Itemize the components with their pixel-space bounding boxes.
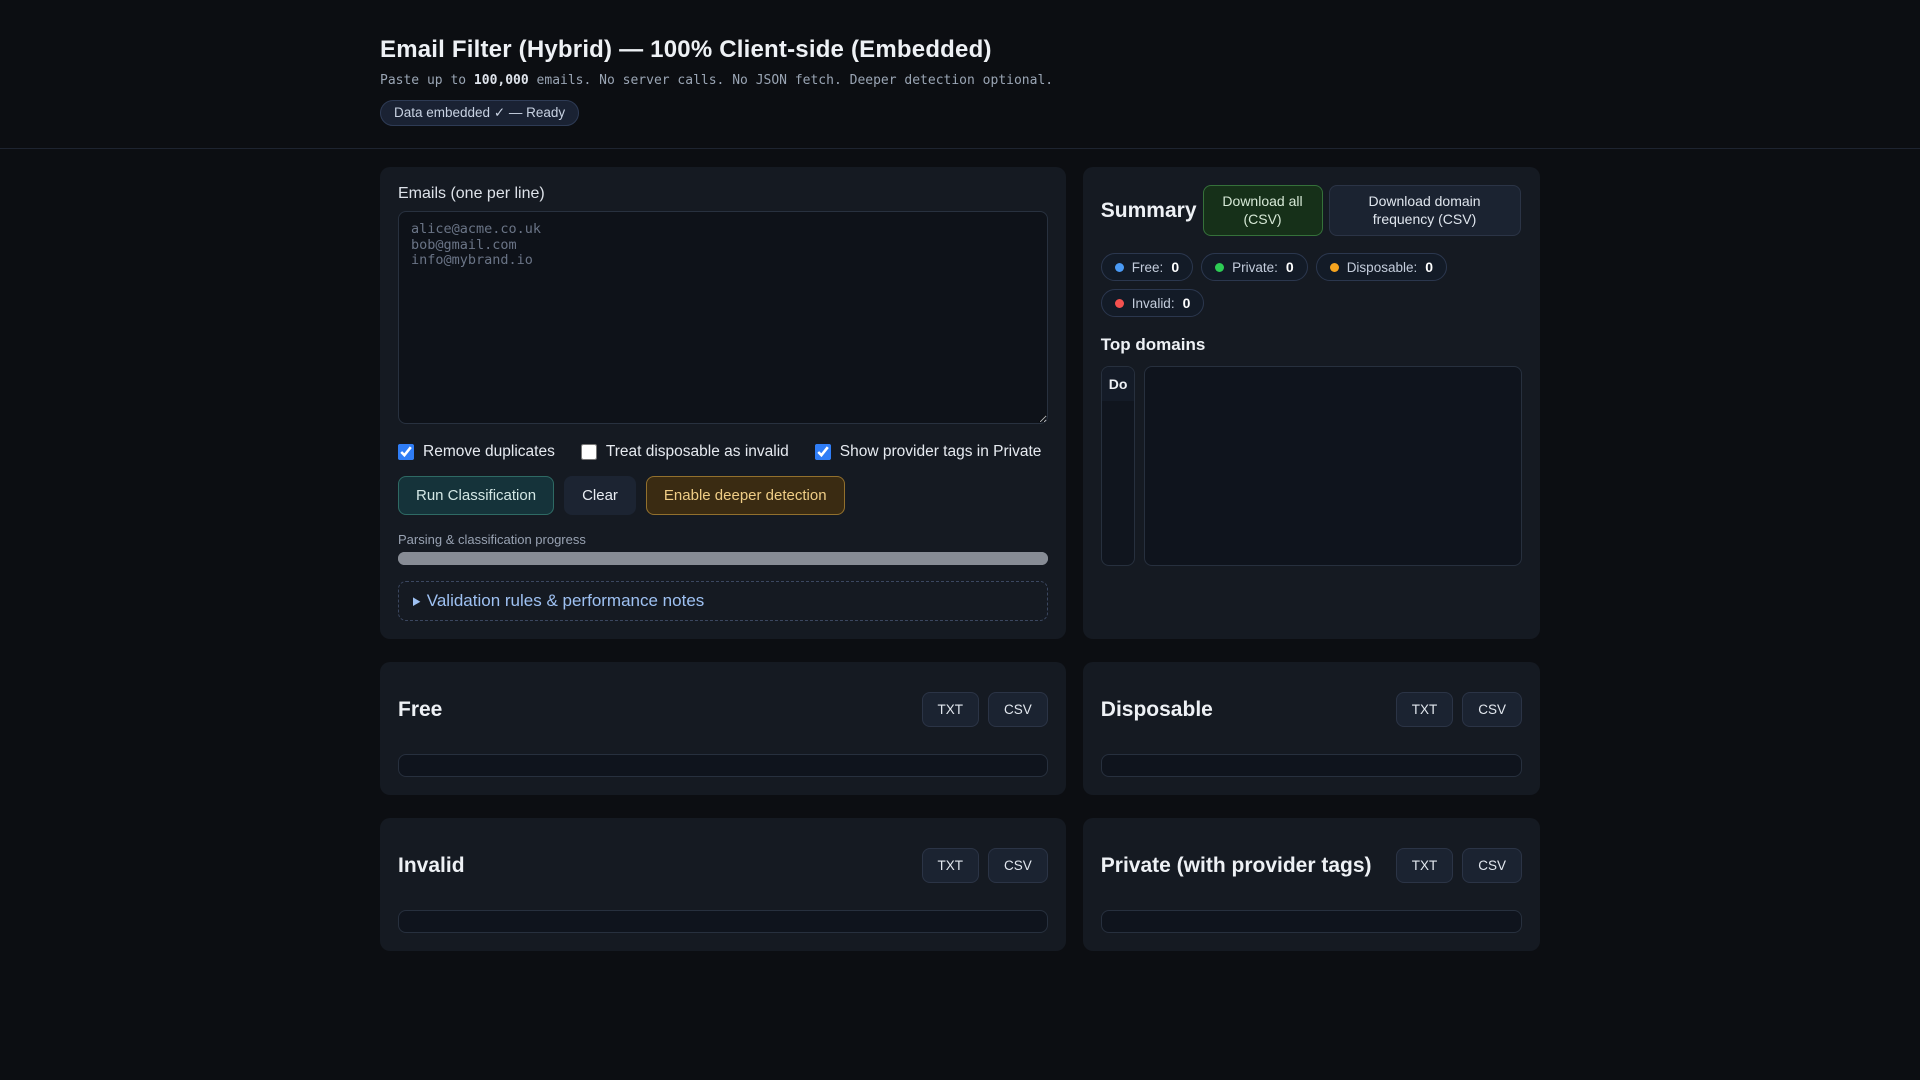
top-domains-list[interactable]: [1143, 366, 1522, 566]
free-result-card: Free TXT CSV: [380, 662, 1066, 795]
progress-label: Parsing & classification progress: [398, 532, 586, 547]
private-counter-label: Private:: [1232, 259, 1278, 275]
private-counter-value: 0: [1285, 259, 1294, 275]
summary-header: Summary Download all (CSV) Download doma…: [1101, 185, 1522, 236]
run-classification-button[interactable]: Run Classification: [398, 476, 555, 515]
free-txt-button[interactable]: TXT: [921, 692, 980, 727]
treat-disposable-label: Treat disposable as invalid: [605, 443, 789, 460]
status-badge: Data embedded ✓ — Ready: [380, 100, 580, 126]
free-card-header: Free TXT CSV: [398, 692, 1048, 727]
top-domains-area: Do: [1100, 366, 1522, 566]
subtitle-suffix: emails. No server calls. No JSON fetch. …: [528, 73, 1054, 88]
disposable-card-header: Disposable TXT CSV: [1101, 692, 1522, 727]
subtitle-limit: 100,000: [473, 73, 529, 88]
private-txt-button[interactable]: TXT: [1395, 848, 1454, 883]
validation-rules-summary[interactable]: Validation rules & performance notes: [413, 591, 1033, 611]
free-counter-value: 0: [1171, 259, 1180, 275]
top-domains-table-header: Do: [1101, 367, 1134, 401]
page-title: Email Filter (Hybrid) — 100% Client-side…: [380, 36, 992, 63]
free-csv-button[interactable]: CSV: [988, 692, 1048, 727]
clear-button[interactable]: Clear: [564, 476, 636, 515]
private-counter-pill: Private: 0: [1201, 253, 1308, 281]
invalid-result-card: Invalid TXT CSV: [380, 818, 1066, 951]
private-dot-icon: [1215, 262, 1225, 272]
disposable-result-list[interactable]: [1100, 754, 1522, 777]
emails-textarea[interactable]: [398, 211, 1048, 424]
remove-duplicates-checkbox[interactable]: Remove duplicates: [398, 443, 555, 461]
validation-rules-details: Validation rules & performance notes: [398, 581, 1048, 621]
page-subtitle: Paste up to 100,000 emails. No server ca…: [380, 73, 1540, 88]
invalid-card-title: Invalid: [398, 853, 465, 877]
free-counter-pill: Free: 0: [1100, 253, 1194, 281]
disposable-card-title: Disposable: [1100, 697, 1213, 721]
invalid-csv-button[interactable]: CSV: [988, 848, 1048, 883]
private-csv-button[interactable]: CSV: [1462, 848, 1522, 883]
invalid-counter-label: Invalid:: [1131, 295, 1175, 311]
private-result-card: Private (with provider tags) TXT CSV: [1082, 818, 1540, 951]
private-card-header: Private (with provider tags) TXT CSV: [1101, 848, 1522, 883]
remove-duplicates-label: Remove duplicates: [423, 443, 555, 460]
counter-pills: Free: 0 Private: 0 Disposable: 0 Invalid…: [1100, 253, 1522, 317]
disposable-counter-value: 0: [1425, 259, 1434, 275]
invalid-result-list[interactable]: [398, 910, 1048, 933]
progress-bar: [398, 552, 1048, 565]
invalid-counter-value: 0: [1182, 295, 1191, 311]
disposable-counter-label: Disposable:: [1346, 259, 1418, 275]
progress-bar-fill: [398, 552, 1048, 565]
show-provider-tags-checkbox-input[interactable]: [814, 444, 831, 460]
free-export-buttons: TXT CSV: [921, 692, 1048, 727]
top-domains-table: Do: [1100, 366, 1135, 566]
main-grid: Emails (one per line) Remove duplicates …: [380, 167, 1540, 991]
free-dot-icon: [1114, 262, 1124, 272]
enable-deeper-detection-button[interactable]: Enable deeper detection: [645, 476, 845, 515]
invalid-card-header: Invalid TXT CSV: [398, 848, 1048, 883]
invalid-txt-button[interactable]: TXT: [921, 848, 980, 883]
invalid-counter-pill: Invalid: 0: [1100, 289, 1205, 317]
treat-disposable-checkbox-input[interactable]: [580, 444, 597, 460]
page-header: Email Filter (Hybrid) — 100% Client-side…: [0, 0, 1920, 149]
show-provider-tags-label: Show provider tags in Private: [839, 443, 1042, 460]
invalid-dot-icon: [1114, 298, 1124, 308]
top-domains-title: Top domains: [1100, 335, 1206, 354]
private-export-buttons: TXT CSV: [1395, 848, 1522, 883]
disposable-txt-button[interactable]: TXT: [1395, 692, 1454, 727]
summary-card: Summary Download all (CSV) Download doma…: [1082, 167, 1540, 639]
treat-disposable-checkbox[interactable]: Treat disposable as invalid: [580, 443, 789, 461]
disposable-result-card: Disposable TXT CSV: [1082, 662, 1540, 795]
invalid-export-buttons: TXT CSV: [921, 848, 1048, 883]
disposable-csv-button[interactable]: CSV: [1462, 692, 1522, 727]
free-counter-label: Free:: [1131, 259, 1164, 275]
private-result-list[interactable]: [1100, 910, 1522, 933]
show-provider-tags-checkbox[interactable]: Show provider tags in Private: [814, 443, 1042, 461]
disposable-dot-icon: [1329, 262, 1339, 272]
email-input-card: Emails (one per line) Remove duplicates …: [380, 167, 1066, 639]
private-card-title: Private (with provider tags): [1100, 853, 1372, 877]
action-buttons-row: Run Classification Clear Enable deeper d…: [398, 476, 1048, 515]
counter-pills-row-2: Invalid: 0: [1100, 289, 1522, 317]
disposable-counter-pill: Disposable: 0: [1315, 253, 1448, 281]
summary-title: Summary: [1100, 198, 1197, 222]
subtitle-prefix: Paste up to: [380, 73, 474, 88]
download-domain-frequency-button[interactable]: Download domain frequency (CSV): [1328, 185, 1521, 236]
remove-duplicates-checkbox-input[interactable]: [398, 444, 414, 460]
emails-label: Emails (one per line): [398, 185, 545, 202]
disposable-export-buttons: TXT CSV: [1395, 692, 1522, 727]
download-all-csv-button[interactable]: Download all (CSV): [1202, 185, 1323, 236]
options-row: Remove duplicates Treat disposable as in…: [398, 443, 1048, 461]
free-card-title: Free: [398, 697, 443, 721]
free-result-list[interactable]: [398, 754, 1048, 777]
counter-pills-row-1: Free: 0 Private: 0 Disposable: 0: [1100, 253, 1522, 281]
